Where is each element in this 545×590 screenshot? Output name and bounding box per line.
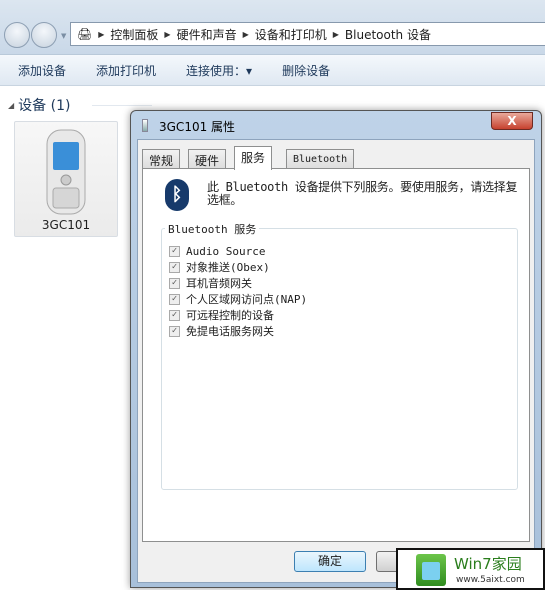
checkbox-checked-icon: ✓	[169, 309, 180, 321]
close-button[interactable]: X	[491, 112, 533, 130]
service-checkbox-remote-control[interactable]: ✓ 可远程控制的设备	[169, 307, 307, 323]
explorer-navigation-bar: ▼ 🖨 ▶ 控制面板 ▶ 硬件和声音 ▶ 设备和打印机 ▶ Bluetooth …	[0, 0, 545, 54]
breadcrumb-item[interactable]: 设备和打印机	[255, 26, 327, 43]
breadcrumb-item[interactable]: Bluetooth 设备	[345, 26, 431, 43]
address-bar[interactable]: 🖨 ▶ 控制面板 ▶ 硬件和声音 ▶ 设备和打印机 ▶ Bluetooth 设备	[70, 22, 545, 46]
service-checkbox-obex[interactable]: ✓ 对象推送(Obex)	[169, 259, 307, 275]
checkbox-checked-icon: ✓	[169, 261, 180, 273]
divider	[92, 105, 152, 106]
group-title: 设备 (1)	[18, 98, 71, 114]
dialog-title: 3GC101 属性	[159, 120, 236, 134]
bluetooth-icon: ᛒ	[165, 179, 189, 211]
device-name: 3GC101	[41, 218, 91, 232]
checkbox-checked-icon: ✓	[169, 277, 180, 289]
services-description: 此 Bluetooth 设备提供下列服务。要使用服务，请选择复选框。	[207, 180, 518, 207]
command-bar: 添加设备 添加打印机 连接使用：▾ 删除设备	[0, 54, 545, 86]
chevron-right-icon: ▶	[164, 29, 171, 39]
phone-icon	[142, 119, 148, 132]
connect-using-dropdown[interactable]: 连接使用：▾	[186, 62, 252, 79]
service-checkbox-audio-source[interactable]: ✓ Audio Source	[169, 243, 307, 259]
add-printer-button[interactable]: 添加打印机	[96, 62, 156, 79]
service-checkbox-headset-gateway[interactable]: ✓ 耳机音频网关	[169, 275, 307, 291]
chevron-right-icon: ▶	[242, 29, 249, 39]
device-tile[interactable]: 3GC101	[14, 121, 118, 237]
breadcrumb-item[interactable]: 控制面板	[110, 26, 158, 43]
checkbox-checked-icon: ✓	[169, 293, 180, 305]
properties-dialog: 3GC101 属性 X 常规 硬件 服务 Bluetooth ᛒ 此 Bluet…	[130, 110, 542, 588]
services-group-label: Bluetooth 服务	[165, 221, 260, 237]
add-device-button[interactable]: 添加设备	[18, 62, 66, 79]
chevron-right-icon: ▶	[332, 29, 339, 39]
collapse-triangle-icon: ◢	[8, 100, 15, 110]
recent-pages-dropdown[interactable]: ▼	[61, 32, 66, 40]
mobile-phone-icon	[46, 129, 86, 215]
watermark-url: www.5aixt.com	[456, 575, 525, 585]
tab-general[interactable]: 常规	[142, 149, 181, 169]
chevron-right-icon: ▶	[98, 29, 105, 39]
tab-hardware[interactable]: 硬件	[188, 149, 227, 169]
checkbox-checked-icon: ✓	[169, 245, 180, 257]
tab-services[interactable]: 服务	[234, 146, 273, 170]
breadcrumb-item[interactable]: 硬件和声音	[177, 26, 237, 43]
control-panel-icon: 🖨	[77, 27, 93, 41]
house-logo-icon	[416, 554, 446, 586]
forward-button[interactable]	[31, 22, 57, 48]
checkbox-checked-icon: ✓	[169, 325, 180, 337]
watermark-title: Win7家园	[454, 555, 522, 573]
back-button[interactable]	[4, 22, 30, 48]
ok-button[interactable]: 确定	[294, 551, 366, 572]
devices-group-header[interactable]: ◢ 设备 (1)	[8, 95, 152, 115]
remove-device-button[interactable]: 删除设备	[282, 62, 330, 79]
watermark-logo: Win7家园 www.5aixt.com	[396, 548, 545, 590]
services-panel: ᛒ 此 Bluetooth 设备提供下列服务。要使用服务，请选择复选框。 Blu…	[142, 168, 530, 542]
service-checkbox-nap[interactable]: ✓ 个人区域网访问点(NAP)	[169, 291, 307, 307]
tab-bluetooth[interactable]: Bluetooth	[286, 149, 355, 169]
service-checkbox-handsfree-gateway[interactable]: ✓ 免提电话服务网关	[169, 323, 307, 339]
